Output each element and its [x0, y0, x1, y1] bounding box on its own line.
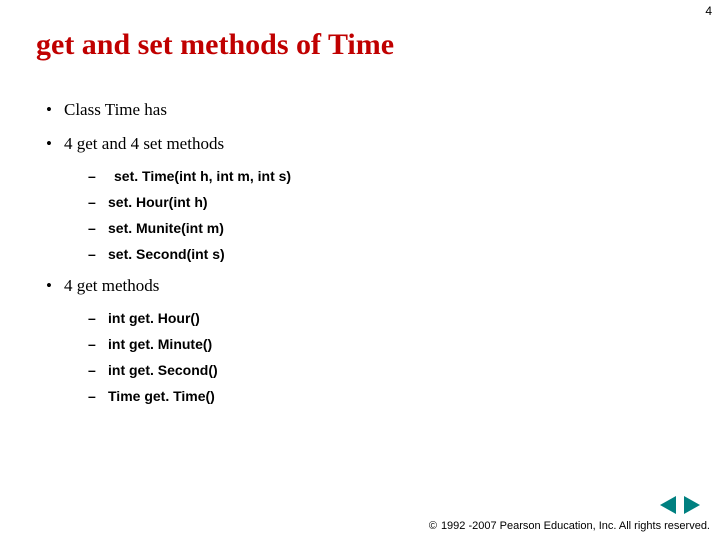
bullet-item: • 4 get and 4 set methods	[46, 134, 291, 154]
bullet-dot-icon: •	[46, 134, 64, 154]
sub-bullet-item: – set. Second(int s)	[88, 246, 291, 262]
bullet-item: • 4 get methods	[46, 276, 291, 296]
bullet-dash-icon: –	[88, 246, 108, 262]
bullet-dash-icon: –	[88, 310, 108, 326]
bullet-dash-icon: –	[88, 220, 108, 236]
next-arrow-icon[interactable]	[684, 496, 700, 514]
copyright-icon: ©	[429, 520, 437, 532]
page-number: 4	[705, 4, 712, 18]
bullet-dash-icon: –	[88, 336, 108, 352]
sub-bullet-item: – Time get. Time()	[88, 388, 291, 404]
sub-bullet-item: – set. Time(int h, int m, int s)	[88, 168, 291, 184]
sub-bullet-text: Time get. Time()	[108, 388, 215, 404]
slide-content: • Class Time has • 4 get and 4 set metho…	[46, 100, 291, 418]
sub-bullet-text: set. Second(int s)	[108, 246, 225, 262]
sub-list: – set. Time(int h, int m, int s) – set. …	[88, 168, 291, 262]
bullet-dash-icon: –	[88, 388, 108, 404]
sub-bullet-item: – set. Munite(int m)	[88, 220, 291, 236]
sub-bullet-item: – int get. Second()	[88, 362, 291, 378]
footer: © 1992 -2007 Pearson Education, Inc. All…	[429, 520, 710, 532]
bullet-dash-icon: –	[88, 194, 108, 210]
sub-bullet-text: int get. Minute()	[108, 336, 212, 352]
sub-bullet-text: int get. Second()	[108, 362, 218, 378]
prev-arrow-icon[interactable]	[660, 496, 676, 514]
sub-bullet-text: set. Munite(int m)	[108, 220, 224, 236]
bullet-dot-icon: •	[46, 276, 64, 296]
bullet-item: • Class Time has	[46, 100, 291, 120]
sub-bullet-text: set. Time(int h, int m, int s)	[108, 168, 291, 184]
sub-bullet-text: int get. Hour()	[108, 310, 200, 326]
sub-bullet-item: – int get. Hour()	[88, 310, 291, 326]
bullet-dot-icon: •	[46, 100, 64, 120]
slide-title: get and set methods of Time	[36, 28, 394, 62]
sub-bullet-text: set. Hour(int h)	[108, 194, 208, 210]
sub-list: – int get. Hour() – int get. Minute() – …	[88, 310, 291, 404]
bullet-dash-icon: –	[88, 168, 108, 184]
bullet-text: Class Time has	[64, 100, 167, 120]
footer-text: 1992 -2007 Pearson Education, Inc. All r…	[441, 520, 710, 532]
bullet-dash-icon: –	[88, 362, 108, 378]
bullet-text: 4 get methods	[64, 276, 159, 296]
nav-arrows	[660, 496, 700, 514]
sub-bullet-item: – set. Hour(int h)	[88, 194, 291, 210]
bullet-text: 4 get and 4 set methods	[64, 134, 224, 154]
sub-bullet-item: – int get. Minute()	[88, 336, 291, 352]
